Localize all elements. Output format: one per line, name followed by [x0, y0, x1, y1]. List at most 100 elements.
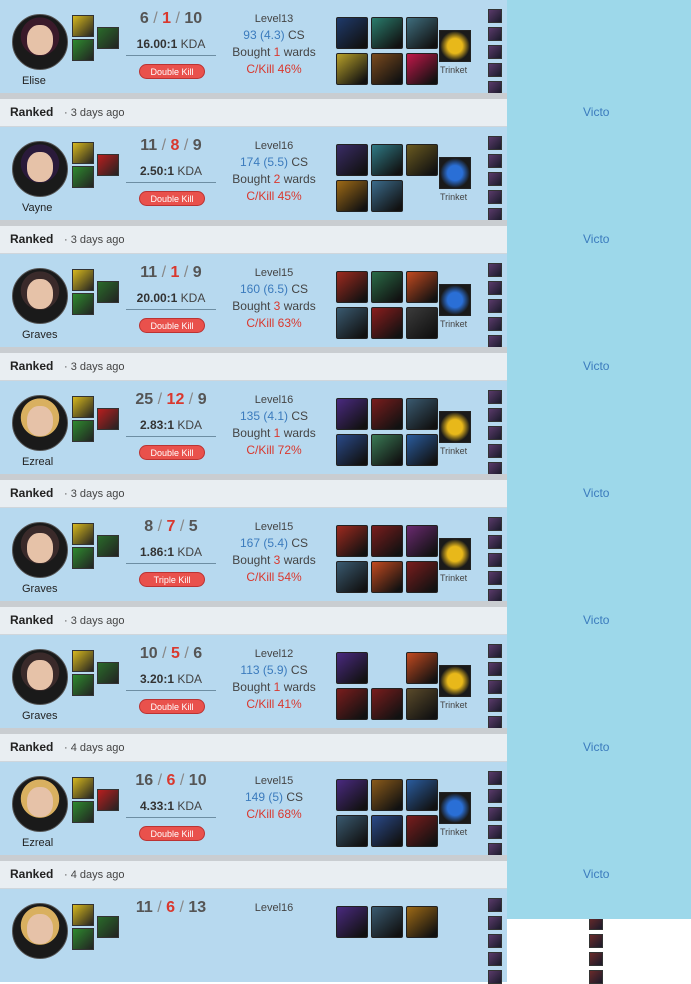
- item-icon[interactable]: [371, 434, 403, 466]
- item-icon[interactable]: [406, 688, 438, 720]
- participant-icon[interactable]: [589, 934, 603, 948]
- keystone-icon[interactable]: [97, 535, 119, 557]
- summoner-spell-icon[interactable]: [72, 904, 94, 926]
- item-icon[interactable]: [406, 53, 438, 85]
- participant-icon[interactable]: [488, 190, 502, 204]
- item-icon[interactable]: [336, 307, 368, 339]
- keystone-icon[interactable]: [97, 27, 119, 49]
- participant-icon[interactable]: [488, 172, 502, 186]
- item-icon[interactable]: [336, 180, 368, 212]
- participant-icon[interactable]: [488, 553, 502, 567]
- item-icon[interactable]: [336, 53, 368, 85]
- participant-icon[interactable]: [488, 408, 502, 422]
- item-icon[interactable]: [371, 906, 403, 938]
- participant-icon[interactable]: [589, 952, 603, 966]
- item-icon[interactable]: [336, 271, 368, 303]
- participant-icon[interactable]: [488, 571, 502, 585]
- participant-icon[interactable]: [488, 299, 502, 313]
- participant-icon[interactable]: [488, 970, 502, 984]
- item-icon[interactable]: [406, 525, 438, 557]
- summoner-spell-icon[interactable]: [72, 166, 94, 188]
- participant-icon[interactable]: [488, 426, 502, 440]
- item-icon[interactable]: [371, 271, 403, 303]
- participant-icon[interactable]: [488, 390, 502, 404]
- item-icon[interactable]: [371, 17, 403, 49]
- participant-icon[interactable]: [488, 771, 502, 785]
- sun-trinket-icon[interactable]: [439, 30, 471, 62]
- item-icon[interactable]: [406, 434, 438, 466]
- item-icon[interactable]: [406, 561, 438, 593]
- item-icon[interactable]: [406, 17, 438, 49]
- summoner-spell-icon[interactable]: [72, 142, 94, 164]
- item-icon[interactable]: [371, 398, 403, 430]
- keystone-icon[interactable]: [97, 154, 119, 176]
- participant-icon[interactable]: [488, 45, 502, 59]
- item-icon[interactable]: [406, 398, 438, 430]
- summoner-spell-icon[interactable]: [72, 801, 94, 823]
- keystone-icon[interactable]: [97, 408, 119, 430]
- participant-icon[interactable]: [488, 698, 502, 712]
- item-icon[interactable]: [336, 561, 368, 593]
- item-icon[interactable]: [371, 815, 403, 847]
- summoner-spell-icon[interactable]: [72, 15, 94, 37]
- summoner-spell-icon[interactable]: [72, 547, 94, 569]
- summoner-spell-icon[interactable]: [72, 293, 94, 315]
- item-icon[interactable]: [336, 525, 368, 557]
- item-icon[interactable]: [406, 906, 438, 938]
- blue-orb-trinket-icon[interactable]: [439, 792, 471, 824]
- blue-orb-trinket-icon[interactable]: [439, 284, 471, 316]
- item-icon[interactable]: [336, 434, 368, 466]
- item-icon[interactable]: [336, 398, 368, 430]
- participant-icon[interactable]: [488, 807, 502, 821]
- item-icon[interactable]: [336, 17, 368, 49]
- item-icon[interactable]: [371, 561, 403, 593]
- summoner-spell-icon[interactable]: [72, 420, 94, 442]
- item-icon[interactable]: [406, 652, 438, 684]
- participant-icon[interactable]: [488, 9, 502, 23]
- item-icon[interactable]: [371, 525, 403, 557]
- item-icon[interactable]: [371, 307, 403, 339]
- participant-icon[interactable]: [488, 317, 502, 331]
- participant-icon[interactable]: [488, 662, 502, 676]
- item-icon[interactable]: [336, 652, 368, 684]
- participant-icon[interactable]: [488, 916, 502, 930]
- item-icon[interactable]: [406, 307, 438, 339]
- participant-icon[interactable]: [488, 154, 502, 168]
- sun-trinket-icon[interactable]: [439, 411, 471, 443]
- participant-icon[interactable]: [488, 27, 502, 41]
- summoner-spell-icon[interactable]: [72, 777, 94, 799]
- summoner-spell-icon[interactable]: [72, 650, 94, 672]
- item-icon[interactable]: [406, 271, 438, 303]
- item-icon[interactable]: [371, 688, 403, 720]
- participant-icon[interactable]: [589, 970, 603, 984]
- item-icon[interactable]: [336, 779, 368, 811]
- champion-avatar[interactable]: [12, 649, 68, 705]
- champion-avatar[interactable]: [12, 776, 68, 832]
- item-icon[interactable]: [336, 815, 368, 847]
- item-icon[interactable]: [371, 180, 403, 212]
- participant-icon[interactable]: [488, 952, 502, 966]
- participant-icon[interactable]: [488, 644, 502, 658]
- champion-avatar[interactable]: [12, 14, 68, 70]
- item-icon[interactable]: [336, 688, 368, 720]
- participant-icon[interactable]: [488, 825, 502, 839]
- item-icon[interactable]: [371, 779, 403, 811]
- champion-avatar[interactable]: [12, 268, 68, 324]
- summoner-spell-icon[interactable]: [72, 523, 94, 545]
- item-icon[interactable]: [406, 815, 438, 847]
- keystone-icon[interactable]: [97, 281, 119, 303]
- item-icon[interactable]: [406, 144, 438, 176]
- item-icon[interactable]: [406, 779, 438, 811]
- participant-icon[interactable]: [488, 136, 502, 150]
- participant-icon[interactable]: [488, 934, 502, 948]
- item-icon[interactable]: [371, 144, 403, 176]
- champion-avatar[interactable]: [12, 395, 68, 451]
- sun-trinket-icon[interactable]: [439, 665, 471, 697]
- sun-trinket-icon[interactable]: [439, 538, 471, 570]
- keystone-icon[interactable]: [97, 662, 119, 684]
- participant-icon[interactable]: [488, 444, 502, 458]
- summoner-spell-icon[interactable]: [72, 674, 94, 696]
- summoner-spell-icon[interactable]: [72, 396, 94, 418]
- participant-icon[interactable]: [488, 535, 502, 549]
- participant-icon[interactable]: [488, 789, 502, 803]
